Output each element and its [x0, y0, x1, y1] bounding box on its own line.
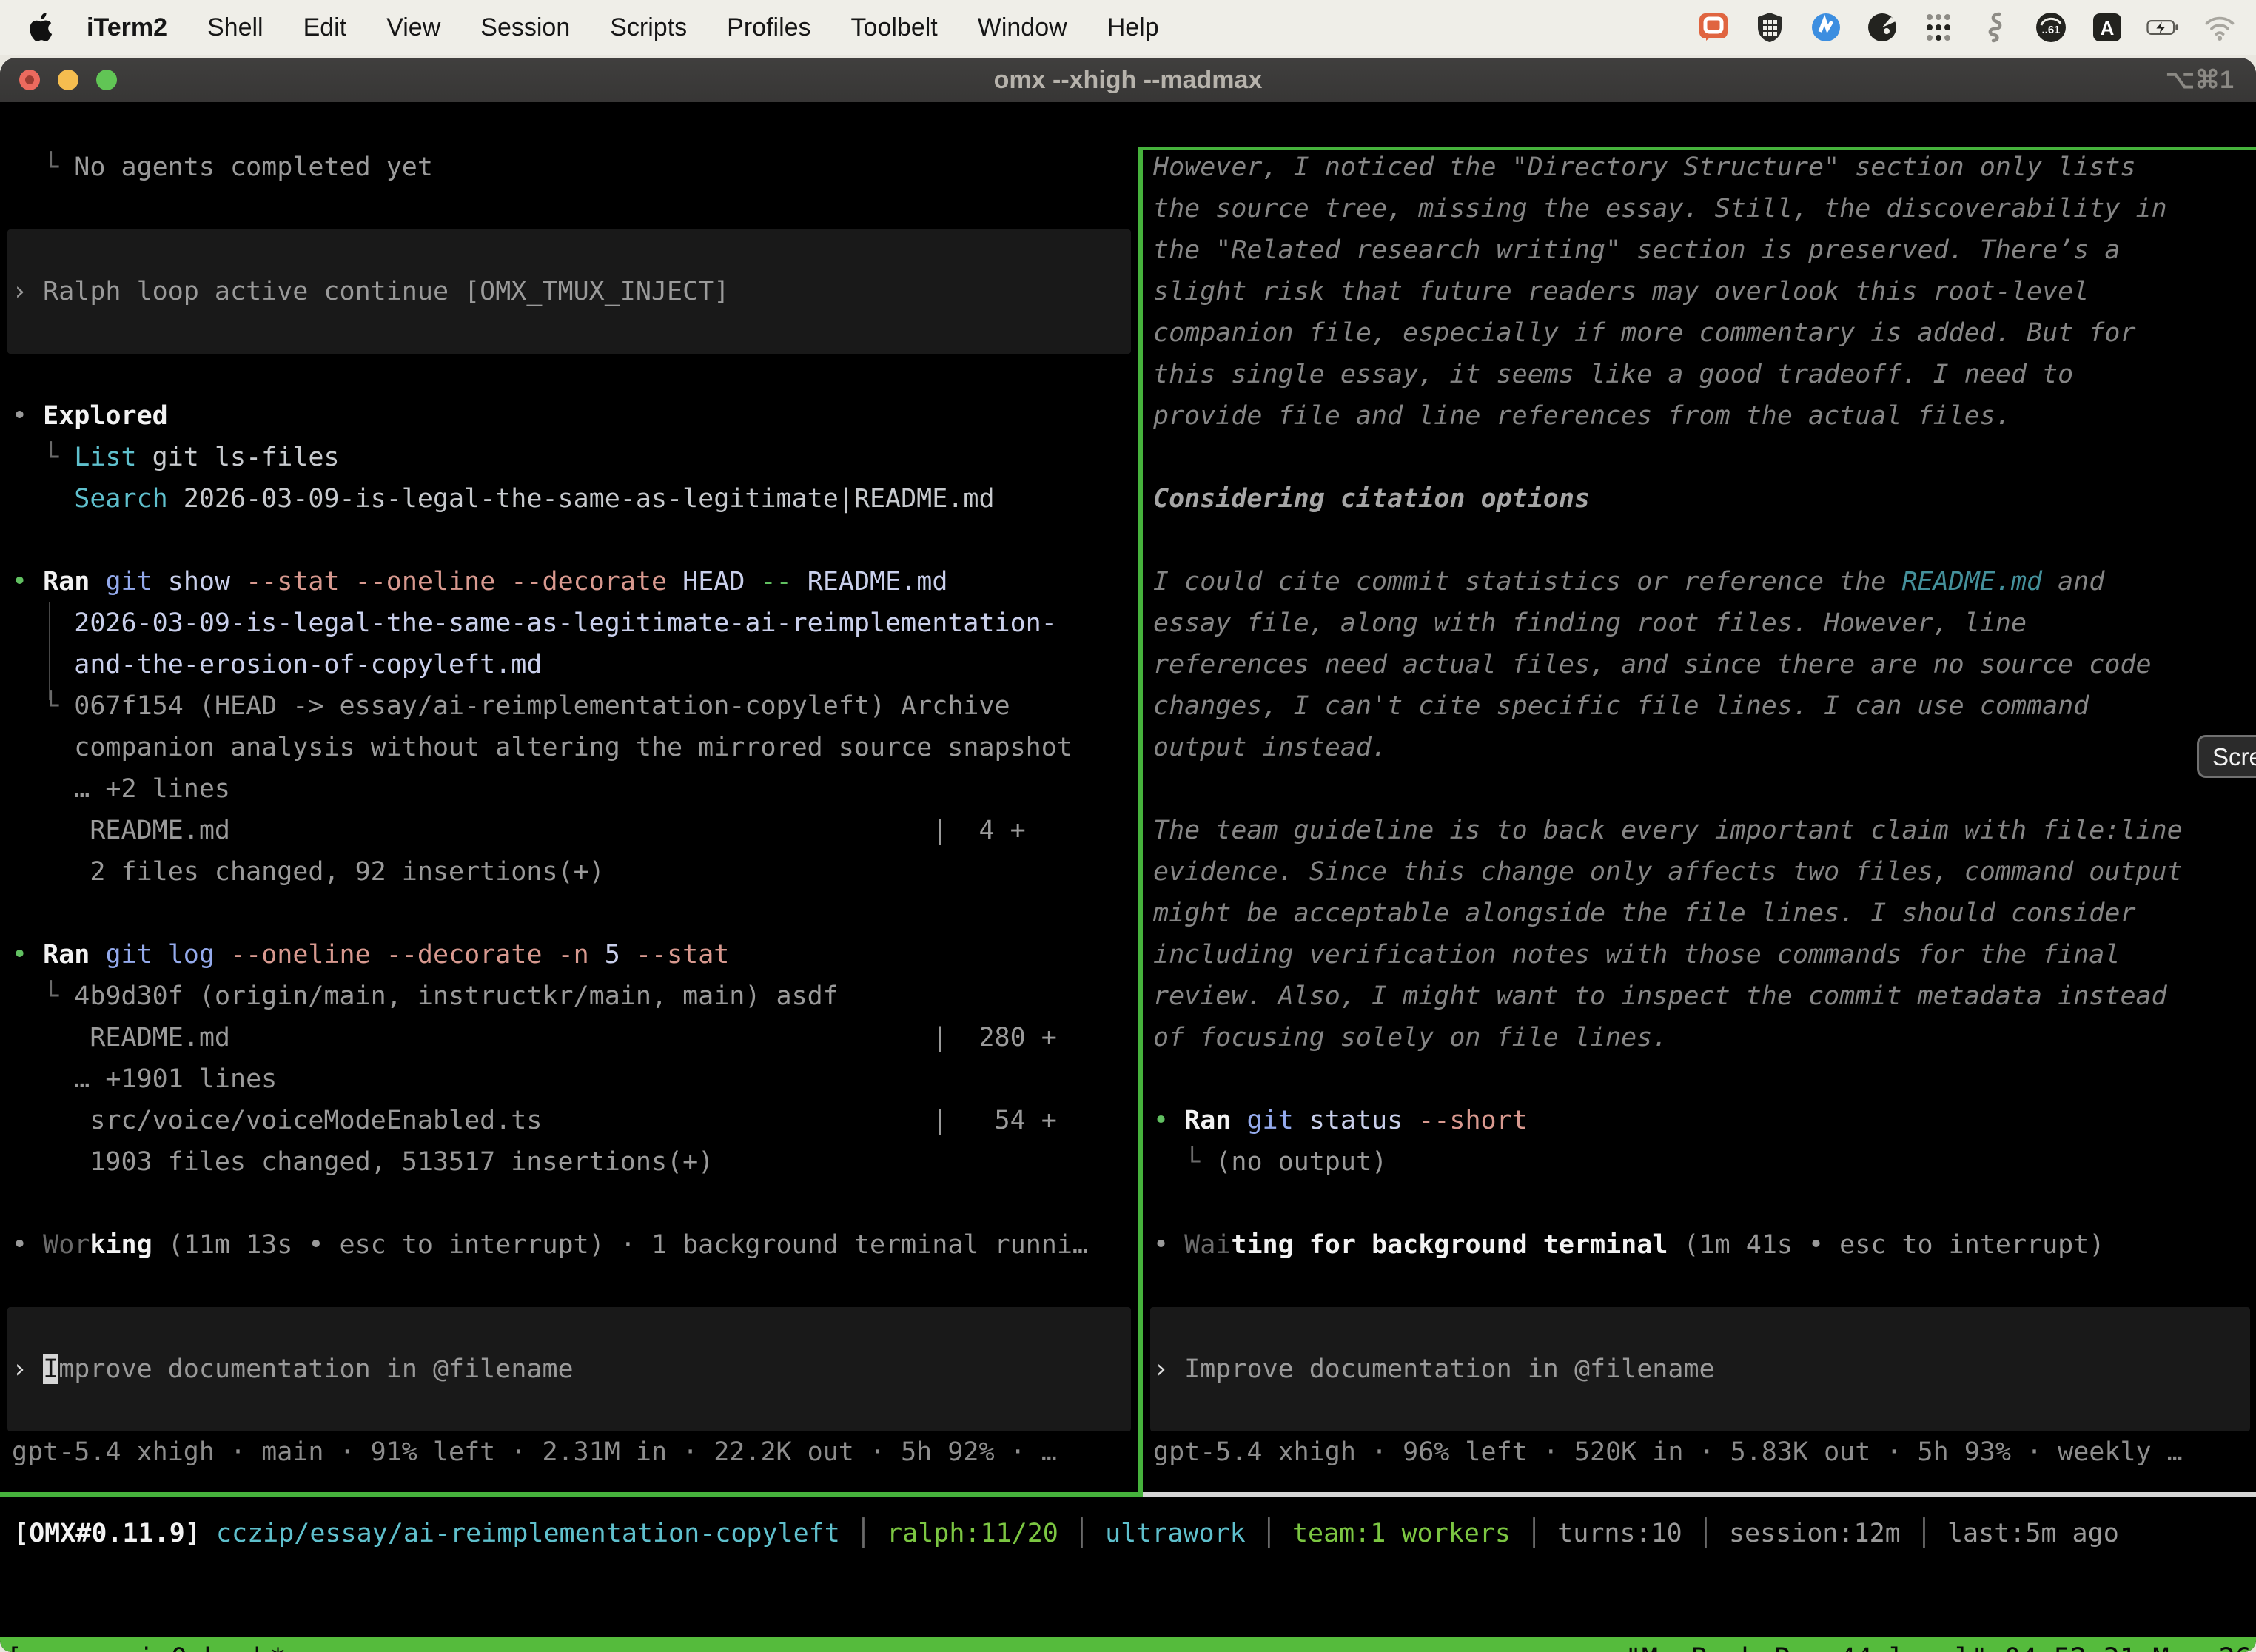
working-status-line: • Working (11m 13s • esc to interrupt) ·… — [0, 1224, 1138, 1266]
right-terminal-pane[interactable]: However, I noticed the "Directory Struct… — [1143, 147, 2256, 1492]
waiting-status-line: • Waiting for background terminal (1m 41… — [1143, 1224, 2256, 1266]
window-title: omx --xhigh --madmax — [0, 58, 2256, 102]
iterm-window: omx --xhigh --madmax ⌥⌘1 └ No agents com… — [0, 58, 2256, 1652]
right-pane-bottom-border — [1143, 1492, 2256, 1497]
reasoning-text-line: I could cite commit statistics or refere… — [1143, 561, 2256, 602]
reasoning-text-line: the source tree, missing the essay. Stil… — [1143, 188, 2256, 229]
reasoning-text-line: including verification notes with those … — [1143, 934, 2256, 976]
menu-item-toolbelt[interactable]: Toolbelt — [831, 13, 958, 42]
reasoning-text-line: might be acceptable alongside the file l… — [1143, 893, 2256, 934]
git-show-output-line: └ 067f154 (HEAD -> essay/ai-reimplementa… — [0, 685, 1138, 727]
reasoning-heading: Considering citation options — [1143, 478, 2256, 520]
menu-item-view[interactable]: View — [366, 13, 460, 42]
prompt-input-line: › Improve documentation in @filename — [0, 1349, 1138, 1390]
reasoning-text-line: companion file, especially if more comme… — [1143, 312, 2256, 354]
shield-grid-icon[interactable] — [1753, 10, 1787, 44]
menu-item-iterm2[interactable]: iTerm2 — [67, 13, 187, 42]
reasoning-text-line: changes, I can't cite specific file line… — [1143, 685, 2256, 727]
explored-list-line: └ List git ls-files — [0, 437, 1138, 478]
svg-text:..61: ..61 — [2041, 24, 2060, 36]
omx-status-bar: [OMX#0.11.9] cczip/essay/ai-reimplementa… — [0, 1513, 2256, 1554]
menu-bar: iTerm2ShellEditViewSessionScriptsProfile… — [0, 0, 2256, 55]
dots-grid-icon[interactable] — [1921, 10, 1955, 44]
wifi-icon[interactable] — [2203, 10, 2237, 44]
squiggle-icon[interactable] — [1978, 10, 2012, 44]
ralph-loop-line: › Ralph loop active continue [OMX_TMUX_I… — [0, 271, 1138, 312]
git-log-stat-line: src/voice/voiceModeEnabled.ts | 54 + — [0, 1100, 1138, 1141]
menu-items: iTerm2ShellEditViewSessionScriptsProfile… — [67, 13, 1179, 42]
git-status-output-line: └ (no output) — [1143, 1141, 2256, 1183]
reasoning-text-line: provide file and line references from th… — [1143, 395, 2256, 437]
git-log-stat-line: 1903 files changed, 513517 insertions(+) — [0, 1141, 1138, 1183]
menu-item-scripts[interactable]: Scripts — [590, 13, 707, 42]
tmux-host-clock-label: "MacBook-Pro-44.local" 04:52 31-Mar-26 — [1625, 1637, 2252, 1652]
model-status-line: gpt-5.4 xhigh · 96% left · 520K in · 5.8… — [1143, 1431, 2256, 1473]
git-log-output-line: └ 4b9d30f (origin/main, instructkr/main,… — [0, 976, 1138, 1017]
tmux-status-bar: [omx-cczip0:bash* "MacBook-Pro-44.local"… — [0, 1637, 2256, 1652]
pane-divider[interactable] — [1138, 147, 1143, 1497]
omx-status-line: [OMX#0.11.9] cczip/essay/ai-reimplementa… — [0, 1513, 2256, 1554]
left-pane-bottom-border — [0, 1492, 1138, 1497]
reasoning-text-line: slight risk that future readers may over… — [1143, 271, 2256, 312]
explored-search-line: Search 2026-03-09-is-legal-the-same-as-l… — [0, 478, 1138, 520]
git-show-output-line: companion analysis without altering the … — [0, 727, 1138, 768]
menubar-status-icons: ..61 A — [1696, 10, 2237, 44]
reasoning-text-line: The team guideline is to back every impo… — [1143, 810, 2256, 851]
svg-text:A: A — [2101, 17, 2115, 39]
reasoning-text-line: essay file, along with finding root file… — [1143, 602, 2256, 644]
git-log-output-line: … +1901 lines — [0, 1058, 1138, 1100]
reasoning-text-line: the "Related research writing" section i… — [1143, 229, 2256, 271]
git-show-output-line: … +2 lines — [0, 768, 1138, 810]
window-title-bar: omx --xhigh --madmax ⌥⌘1 — [0, 58, 2256, 102]
left-terminal-pane[interactable]: └ No agents completed yet › Ralph loop ac… — [0, 147, 1138, 1492]
menu-item-profiles[interactable]: Profiles — [707, 13, 830, 42]
menu-item-window[interactable]: Window — [958, 13, 1087, 42]
window-shortcut-badge: ⌥⌘1 — [2166, 58, 2234, 102]
ran-git-status-line: • Ran git status --short — [1143, 1100, 2256, 1141]
ran-git-show-line: • Ran git show --stat --oneline --decora… — [0, 561, 1138, 602]
prompt-input-line: › Improve documentation in @filename — [1143, 1349, 2256, 1390]
git-show-arg-line: 2026-03-09-is-legal-the-same-as-legitima… — [0, 602, 1138, 644]
battery-icon[interactable] — [2146, 10, 2181, 44]
menu-item-edit[interactable]: Edit — [283, 13, 367, 42]
percent-badge-icon[interactable]: ..61 — [2034, 10, 2068, 44]
tmux-session-label: [omx-cczip0:bash* — [6, 1637, 286, 1652]
reasoning-text-line: However, I noticed the "Directory Struct… — [1143, 147, 2256, 188]
reasoning-text-line: evidence. Since this change only affects… — [1143, 851, 2256, 893]
reasoning-text-line: output instead. — [1143, 727, 2256, 768]
menu-item-session[interactable]: Session — [460, 13, 590, 42]
ran-git-log-line: • Ran git log --oneline --decorate -n 5 … — [0, 934, 1138, 976]
reasoning-text-line: review. Also, I might want to inspect th… — [1143, 976, 2256, 1017]
git-show-stat-line: README.md | 4 + — [0, 810, 1138, 851]
screen-tooltip: Scre — [2197, 735, 2256, 778]
apple-menu-icon[interactable] — [28, 13, 53, 42]
git-show-arg-line: and-the-erosion-of-copyleft.md — [0, 644, 1138, 685]
chat-app-icon[interactable] — [1696, 10, 1730, 44]
terminal-area: └ No agents completed yet › Ralph loop ac… — [0, 102, 2256, 1652]
agents-status-line: └ No agents completed yet — [0, 147, 1138, 188]
pacman-icon[interactable] — [1865, 10, 1899, 44]
reasoning-text-line: of focusing solely on file lines. — [1143, 1017, 2256, 1058]
blue-badge-icon[interactable] — [1809, 10, 1843, 44]
git-show-stat-line: 2 files changed, 92 insertions(+) — [0, 851, 1138, 893]
model-status-line: gpt-5.4 xhigh · main · 91% left · 2.31M … — [0, 1431, 1138, 1473]
menu-item-shell[interactable]: Shell — [187, 13, 283, 42]
git-log-stat-line: README.md | 280 + — [0, 1017, 1138, 1058]
reasoning-text-line: this single essay, it seems like a good … — [1143, 354, 2256, 395]
menu-item-help[interactable]: Help — [1087, 13, 1179, 42]
right-pane-top-border — [1143, 147, 2256, 150]
input-source-icon[interactable]: A — [2090, 10, 2124, 44]
reasoning-text-line: references need actual files, and since … — [1143, 644, 2256, 685]
explored-header: • Explored — [0, 395, 1138, 437]
screen: iTerm2ShellEditViewSessionScriptsProfile… — [0, 0, 2256, 1652]
